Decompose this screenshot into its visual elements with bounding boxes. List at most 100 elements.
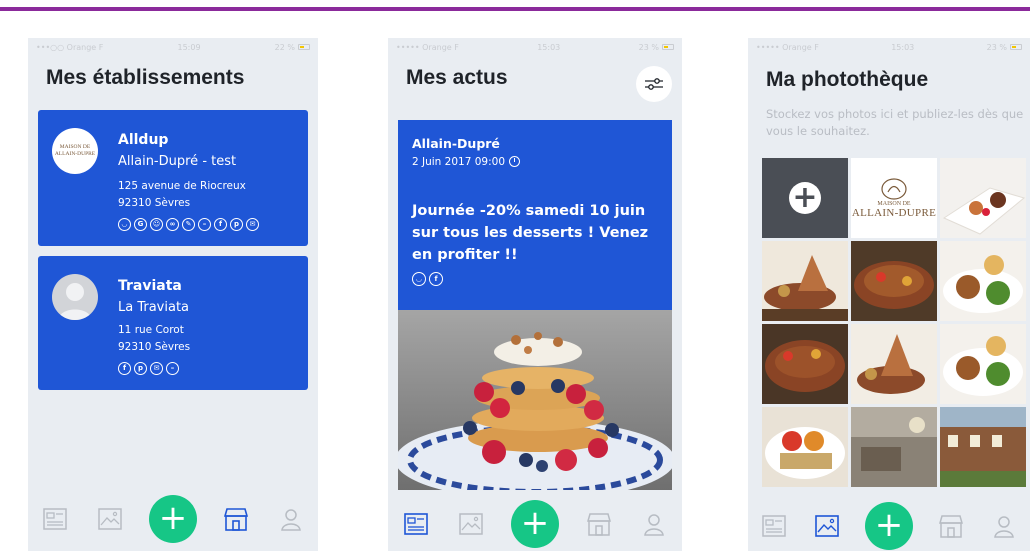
screen-establishments: •••○○ Orange F 15:09 22 % Mes établissem… (28, 38, 318, 551)
tab-news[interactable] (40, 504, 70, 534)
tab-photos[interactable] (812, 511, 842, 541)
store-icon (938, 515, 963, 538)
news-post[interactable]: Allain-Dupré 2 Juin 2017 09:00 Journée -… (398, 120, 672, 490)
pagesjaunes-icon: p (230, 218, 243, 231)
network-icon: ✎ (182, 218, 195, 231)
interior-photo (851, 407, 937, 487)
tab-news[interactable] (759, 511, 789, 541)
status-bar: •••○○ Orange F 15:09 22 % (28, 38, 318, 56)
battery-icon (1009, 44, 1022, 50)
photo-thumbnail[interactable]: MAISON DE ALLAIN-DUPRE (851, 158, 937, 238)
tab-establishments[interactable] (584, 509, 614, 539)
tajine-photo (762, 324, 848, 404)
network-icons: f p ✉ – (118, 362, 179, 375)
establishment-card-traviata[interactable]: Traviata La Traviata 11 rue Corot 92310 … (38, 256, 308, 390)
tab-establishments[interactable] (221, 504, 251, 534)
image-icon (97, 508, 122, 530)
news-icon (43, 508, 67, 530)
news-icon (403, 513, 428, 535)
tab-establishments[interactable] (936, 511, 966, 541)
network-icons: ◡ G ☺ ∞ ✎ – f p ✉ (118, 218, 259, 231)
photo-thumbnail[interactable] (940, 241, 1026, 321)
establishment-logo: MAISON DE ALLAIN-DUPRE (52, 128, 98, 174)
tab-bar: + (748, 502, 1030, 550)
photo-thumbnail[interactable] (851, 324, 937, 404)
time-label: 15:03 (891, 42, 915, 52)
add-button[interactable]: + (510, 500, 559, 548)
logo-line: ALLAIN-DUPRE (851, 207, 937, 219)
store-icon (587, 513, 612, 536)
avatar (52, 274, 98, 320)
photo-thumbnail[interactable] (940, 407, 1026, 487)
carrier-label: ••••• Orange F (396, 42, 459, 52)
plus-icon: + (789, 182, 821, 214)
tab-profile[interactable] (989, 511, 1019, 541)
tab-news[interactable] (401, 509, 431, 539)
tripadvisor-icon: ☺ (150, 218, 163, 231)
establishment-card-alldup[interactable]: MAISON DE ALLAIN-DUPRE Alldup Allain-Dupr… (38, 110, 308, 246)
sliders-icon (645, 78, 663, 90)
battery-label: 23 % (986, 42, 1007, 52)
establishment-subname: Allain-Dupré - test (118, 154, 237, 169)
battery-icon (297, 44, 310, 50)
tab-profile[interactable] (276, 504, 306, 534)
salad-photo (762, 407, 848, 487)
top-divider (0, 7, 1030, 11)
dish-photo (940, 324, 1026, 404)
tajine-photo (762, 241, 848, 321)
tab-photos[interactable] (95, 504, 125, 534)
tab-profile[interactable] (639, 509, 669, 539)
building-photo (940, 407, 1026, 487)
tab-bar: + (388, 500, 682, 548)
tajine-photo (851, 324, 937, 404)
user-icon (280, 509, 301, 531)
add-button[interactable]: + (864, 502, 913, 550)
post-photo (398, 310, 672, 490)
facebook-icon: f (118, 362, 131, 375)
tab-photos[interactable] (456, 509, 486, 539)
add-button[interactable]: + (148, 495, 197, 543)
post-date-text: 2 Juin 2017 09:00 (412, 156, 505, 168)
photo-thumbnail[interactable] (762, 241, 848, 321)
filter-button[interactable] (636, 66, 672, 102)
dessert-photo (940, 158, 1026, 238)
establishment-name: Alldup (118, 132, 169, 148)
add-photo-button[interactable]: + (762, 158, 848, 238)
address-line: 92310 Sèvres (118, 341, 191, 353)
library-description: Stockez vos photos ici et publiez-les dè… (766, 107, 1024, 138)
page-title: Ma photothèque (766, 68, 929, 91)
network-icon: ∞ (166, 218, 179, 231)
address-line: 11 rue Corot (118, 324, 184, 336)
establishment-subname: La Traviata (118, 300, 190, 315)
person-icon (58, 283, 92, 320)
photo-thumbnail[interactable] (940, 324, 1026, 404)
tajine-photo (851, 241, 937, 321)
network-icons: ◡ f (412, 272, 443, 286)
battery-label: 22 % (274, 42, 295, 52)
image-icon (815, 515, 839, 537)
carrier-label: ••••• Orange F (756, 42, 819, 52)
google-icon: G (134, 218, 147, 231)
pancakes-image (398, 310, 672, 490)
photo-thumbnail[interactable] (762, 324, 848, 404)
network-icon: – (198, 218, 211, 231)
logo-line: ALLAIN-DUPRE (54, 151, 96, 157)
post-date: 2 Juin 2017 09:00 (412, 156, 520, 168)
tab-bar: + (28, 495, 318, 543)
crest-icon (881, 178, 907, 200)
photo-grid: + MAISON DE ALLAIN-DUPRE (762, 158, 1026, 487)
photo-thumbnail[interactable] (851, 407, 937, 487)
facebook-icon: f (214, 218, 227, 231)
screen-news: ••••• Orange F 15:03 23 % Mes actus Alla… (388, 38, 682, 551)
status-bar: ••••• Orange F 15:03 23 % (748, 38, 1030, 56)
network-icon: ◡ (118, 218, 131, 231)
photo-thumbnail[interactable] (851, 241, 937, 321)
photo-thumbnail[interactable] (762, 407, 848, 487)
time-label: 15:09 (177, 42, 201, 52)
user-icon (644, 514, 665, 536)
battery-label: 23 % (638, 42, 659, 52)
battery-icon (661, 44, 674, 50)
photo-thumbnail[interactable] (940, 158, 1026, 238)
pagesjaunes-icon: p (134, 362, 147, 375)
time-label: 15:03 (537, 42, 561, 52)
